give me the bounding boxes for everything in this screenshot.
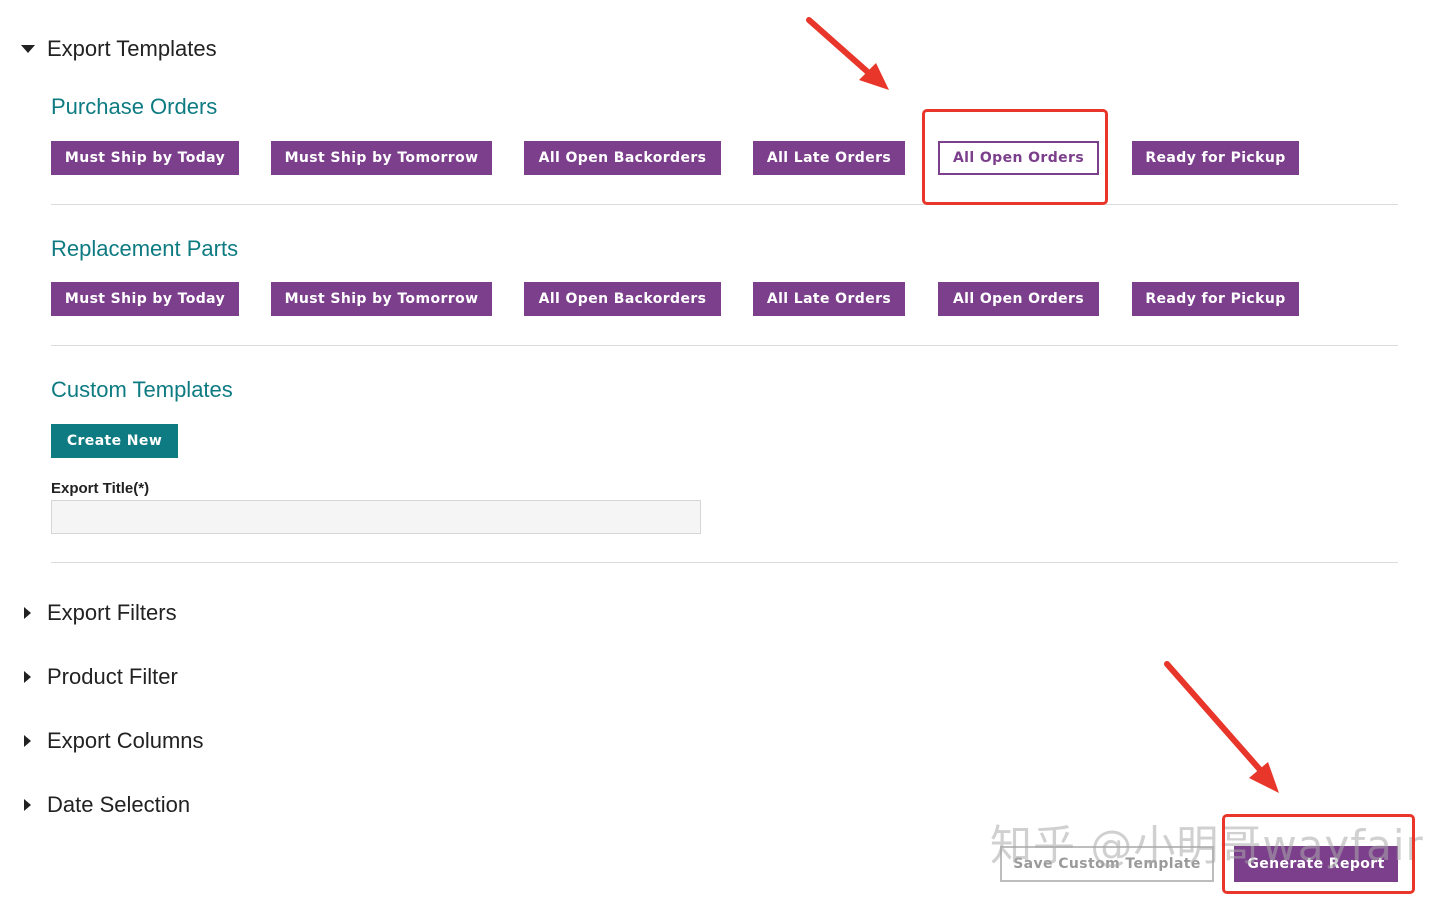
po-all-late-orders-button[interactable]: All Late Orders	[753, 141, 905, 175]
export-columns-title: Export Columns	[47, 728, 204, 753]
divider	[51, 562, 1398, 563]
po-must-ship-tomorrow-button[interactable]: Must Ship by Tomorrow	[271, 141, 492, 175]
export-templates-header[interactable]: Export Templates	[20, 36, 217, 62]
save-custom-template-button[interactable]: Save Custom Template	[1000, 846, 1214, 882]
export-filters-header[interactable]: Export Filters	[20, 600, 177, 626]
rp-ready-for-pickup-button[interactable]: Ready for Pickup	[1132, 282, 1299, 316]
rp-all-open-backorders-button[interactable]: All Open Backorders	[524, 282, 721, 316]
export-filters-title: Export Filters	[47, 600, 177, 625]
date-selection-header[interactable]: Date Selection	[20, 792, 190, 818]
rp-must-ship-tomorrow-button[interactable]: Must Ship by Tomorrow	[271, 282, 492, 316]
export-columns-header[interactable]: Export Columns	[20, 728, 204, 754]
create-new-button[interactable]: Create New	[51, 424, 178, 458]
caret-right-icon	[24, 671, 31, 683]
rp-must-ship-today-button[interactable]: Must Ship by Today	[51, 282, 239, 316]
generate-report-button[interactable]: Generate Report	[1234, 846, 1398, 882]
po-all-open-orders-button[interactable]: All Open Orders	[938, 141, 1099, 175]
caret-right-icon	[24, 607, 31, 619]
purchase-orders-title: Purchase Orders	[51, 94, 218, 119]
export-title-input[interactable]	[51, 500, 701, 534]
caret-right-icon	[24, 735, 31, 747]
caret-right-icon	[24, 799, 31, 811]
po-ready-for-pickup-button[interactable]: Ready for Pickup	[1132, 141, 1299, 175]
date-selection-title: Date Selection	[47, 792, 191, 817]
po-all-open-backorders-button[interactable]: All Open Backorders	[524, 141, 721, 175]
caret-down-icon	[21, 45, 35, 53]
rp-all-open-orders-button[interactable]: All Open Orders	[938, 282, 1099, 316]
custom-templates-title: Custom Templates	[51, 377, 233, 402]
rp-all-late-orders-button[interactable]: All Late Orders	[753, 282, 905, 316]
divider	[51, 345, 1398, 346]
export-templates-title: Export Templates	[47, 36, 217, 61]
annotation-arrow-icon	[806, 17, 1279, 793]
product-filter-title: Product Filter	[47, 664, 178, 689]
export-title-label: Export Title(*)	[51, 480, 150, 497]
product-filter-header[interactable]: Product Filter	[20, 664, 178, 690]
replacement-parts-title: Replacement Parts	[51, 236, 239, 261]
divider	[51, 204, 1398, 205]
po-must-ship-today-button[interactable]: Must Ship by Today	[51, 141, 239, 175]
